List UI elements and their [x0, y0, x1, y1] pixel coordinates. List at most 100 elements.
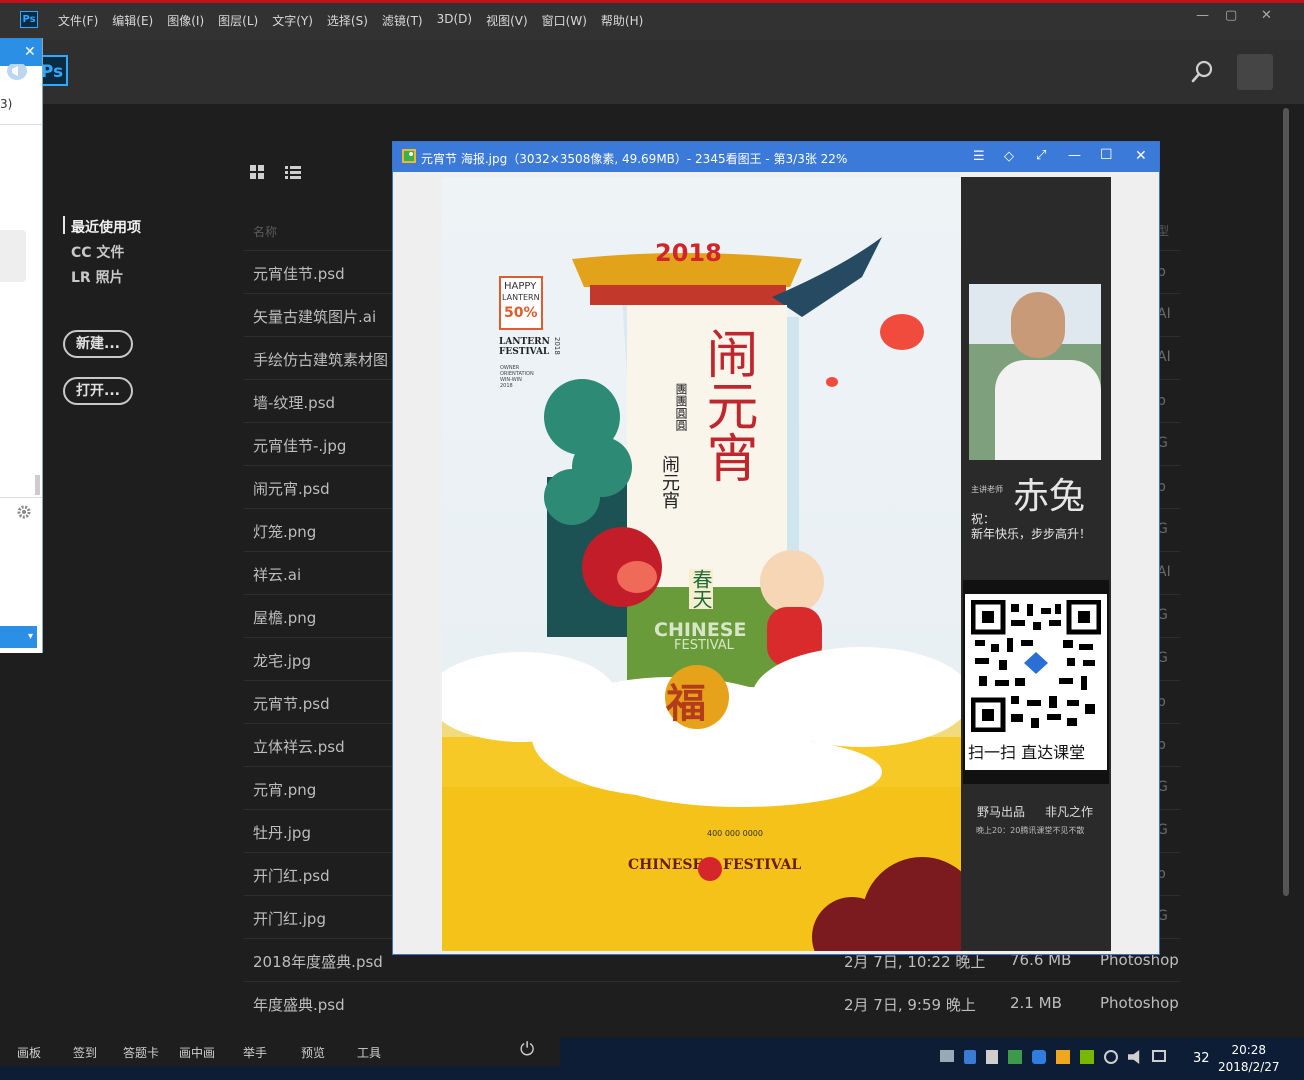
power-icon[interactable]: ⏻ — [520, 1039, 534, 1060]
grid-view-icon[interactable] — [250, 165, 265, 180]
menu-filter[interactable]: 滤镜(T) — [382, 12, 423, 29]
maximize-button[interactable]: ▢ — [1225, 8, 1237, 23]
credit-right: 非凡之作 — [1045, 805, 1094, 819]
poster-line: 2018 — [500, 383, 513, 389]
poster-footer-festival: FESTIVAL — [723, 857, 802, 873]
qr-caption: 扫一扫 直达课堂 — [968, 743, 1086, 762]
poster-phone: 400 000 0000 — [707, 829, 763, 838]
toolbar-pip[interactable]: 画中画 — [179, 1044, 215, 1061]
menu-3d[interactable]: 3D(D) — [437, 12, 472, 29]
file-row[interactable]: 年度盛典.psd 2月 7日, 9:59 晚上 2.1 MB Photoshop — [244, 981, 1180, 1025]
account-icon[interactable] — [1237, 54, 1273, 90]
toolbar-tools[interactable]: 工具 — [357, 1044, 381, 1061]
poster-spring: 春天 — [689, 569, 713, 609]
badge-happy: HAPPY — [504, 281, 537, 292]
nvidia-icon[interactable] — [1080, 1050, 1094, 1064]
file-name: 龙宅.jpg — [253, 652, 311, 670]
menu-file[interactable]: 文件(F) — [58, 12, 98, 29]
popup-item[interactable] — [0, 230, 26, 282]
menu-help[interactable]: 帮助(H) — [601, 12, 643, 29]
clock[interactable]: 20:28 2018/2/27 — [1218, 1042, 1280, 1076]
home-header — [0, 40, 1304, 104]
notification-icon[interactable] — [1056, 1050, 1070, 1064]
poster-fu: 福 — [666, 681, 706, 727]
qr-code-icon[interactable] — [971, 600, 1101, 732]
usb-icon[interactable] — [986, 1050, 998, 1064]
file-name: 矢量古建筑图片.ai — [253, 308, 377, 326]
clock-date: 2018/2/27 — [1218, 1060, 1280, 1074]
file-date: 2月 7日, 9:59 晚上 — [844, 996, 976, 1014]
poster-main-title: 闹元宵 — [697, 327, 757, 483]
viewer-title: 元宵节 海报.jpg（3032×3508像素, 49.69MB）- 2345看图… — [421, 152, 848, 166]
file-name: 元宵节.psd — [253, 695, 330, 713]
teacher-label: 主讲老师 — [971, 485, 1003, 494]
column-header-name[interactable]: 名称 — [253, 223, 277, 240]
file-name: 开门红.jpg — [253, 910, 326, 928]
new-button[interactable]: 新建... — [63, 330, 133, 358]
popup-scrollbar[interactable] — [35, 475, 40, 495]
menu-image[interactable]: 图像(I) — [167, 12, 204, 29]
volume-icon[interactable] — [1128, 1050, 1140, 1064]
poster-vertical-title: 闹元宵 — [659, 455, 680, 509]
megaphone-icon — [7, 64, 27, 80]
gear-icon[interactable] — [17, 505, 31, 519]
security-icon[interactable] — [1008, 1050, 1022, 1064]
photo-shirt — [995, 360, 1101, 460]
poster-image: HAPPY LANTERN 50% LANTERN FESTIVAL 2018 … — [442, 177, 962, 951]
fullscreen-icon[interactable]: ⤢ — [1036, 148, 1046, 163]
nav-recent[interactable]: 最近使用项 — [71, 217, 141, 237]
menu-window[interactable]: 窗口(W) — [542, 12, 587, 29]
open-button[interactable]: 打开... — [63, 377, 133, 405]
shield-icon[interactable] — [1032, 1050, 1046, 1064]
list-view-icon[interactable] — [285, 165, 301, 180]
viewer-maximize-button[interactable]: ☐ — [1100, 147, 1113, 163]
popup-divider — [0, 124, 42, 125]
skin-icon[interactable]: ◇ — [1004, 149, 1014, 164]
file-size: 2.1 MB — [1010, 994, 1062, 1012]
poster-footer-emblem — [698, 857, 722, 881]
file-name: 年度盛典.psd — [253, 996, 345, 1014]
menu-edit[interactable]: 编辑(E) — [112, 12, 153, 29]
image-viewer-window: 元宵节 海报.jpg（3032×3508像素, 49.69MB）- 2345看图… — [392, 141, 1160, 955]
wish-text: 新年快乐，步步高升！ — [971, 527, 1092, 541]
network-icon[interactable] — [1104, 1050, 1118, 1064]
search-icon[interactable] — [1190, 58, 1216, 84]
close-button[interactable]: ✕ — [1261, 8, 1272, 23]
minimize-button[interactable]: — — [1196, 8, 1209, 23]
menu-select[interactable]: 选择(S) — [327, 12, 368, 29]
file-name: 祥云.ai — [253, 566, 302, 584]
app-tray-icon[interactable] — [964, 1050, 976, 1064]
toolbar-board[interactable]: 画板 — [17, 1044, 41, 1061]
side-popup — [0, 38, 43, 653]
clock-time: 20:28 — [1231, 1043, 1267, 1057]
viewer-titlebar[interactable]: 元宵节 海报.jpg（3032×3508像素, 49.69MB）- 2345看图… — [393, 142, 1159, 172]
toolbar-raise-hand[interactable]: 举手 — [243, 1044, 267, 1061]
scrollbar[interactable] — [1283, 108, 1289, 896]
file-name: 墙-纹理.psd — [253, 394, 336, 412]
keyboard-icon[interactable] — [940, 1050, 954, 1062]
nav-lr-photos[interactable]: LR 照片 — [71, 267, 124, 287]
popup-text: 3) — [0, 97, 13, 111]
menu-layer[interactable]: 图层(L) — [218, 12, 258, 29]
popup-divider — [0, 497, 42, 498]
file-name: 手绘仿古建筑素材图 — [253, 351, 389, 369]
teacher-photo — [969, 284, 1101, 460]
toolbar-checkin[interactable]: 签到 — [73, 1044, 97, 1061]
tray-number: 32 — [1193, 1051, 1210, 1066]
menu-type[interactable]: 文字(Y) — [272, 12, 313, 29]
popup-dropdown-button[interactable]: ▾ — [0, 626, 37, 648]
photoshop-app-icon: Ps — [20, 11, 38, 28]
toolbar-preview[interactable]: 预览 — [301, 1044, 325, 1061]
display-icon[interactable] — [1152, 1050, 1166, 1062]
file-name: 元宵.png — [253, 781, 317, 799]
nav-cc-files[interactable]: CC 文件 — [71, 242, 124, 262]
poster-side-lines: OWNER ORIENTATION WIN-WIN 2018 — [500, 365, 534, 389]
menu-items: 文件(F) 编辑(E) 图像(I) 图层(L) 文字(Y) 选择(S) 滤镜(T… — [58, 12, 657, 29]
menu-view[interactable]: 视图(V) — [486, 12, 528, 29]
viewer-minimize-button[interactable]: — — [1068, 148, 1081, 163]
menu-icon[interactable]: ☰ — [973, 149, 985, 164]
toolbar-answer-card[interactable]: 答题卡 — [123, 1044, 159, 1061]
file-name: 牡丹.jpg — [253, 824, 311, 842]
popup-close-icon[interactable]: ✕ — [24, 44, 36, 60]
viewer-close-button[interactable]: ✕ — [1135, 148, 1147, 164]
